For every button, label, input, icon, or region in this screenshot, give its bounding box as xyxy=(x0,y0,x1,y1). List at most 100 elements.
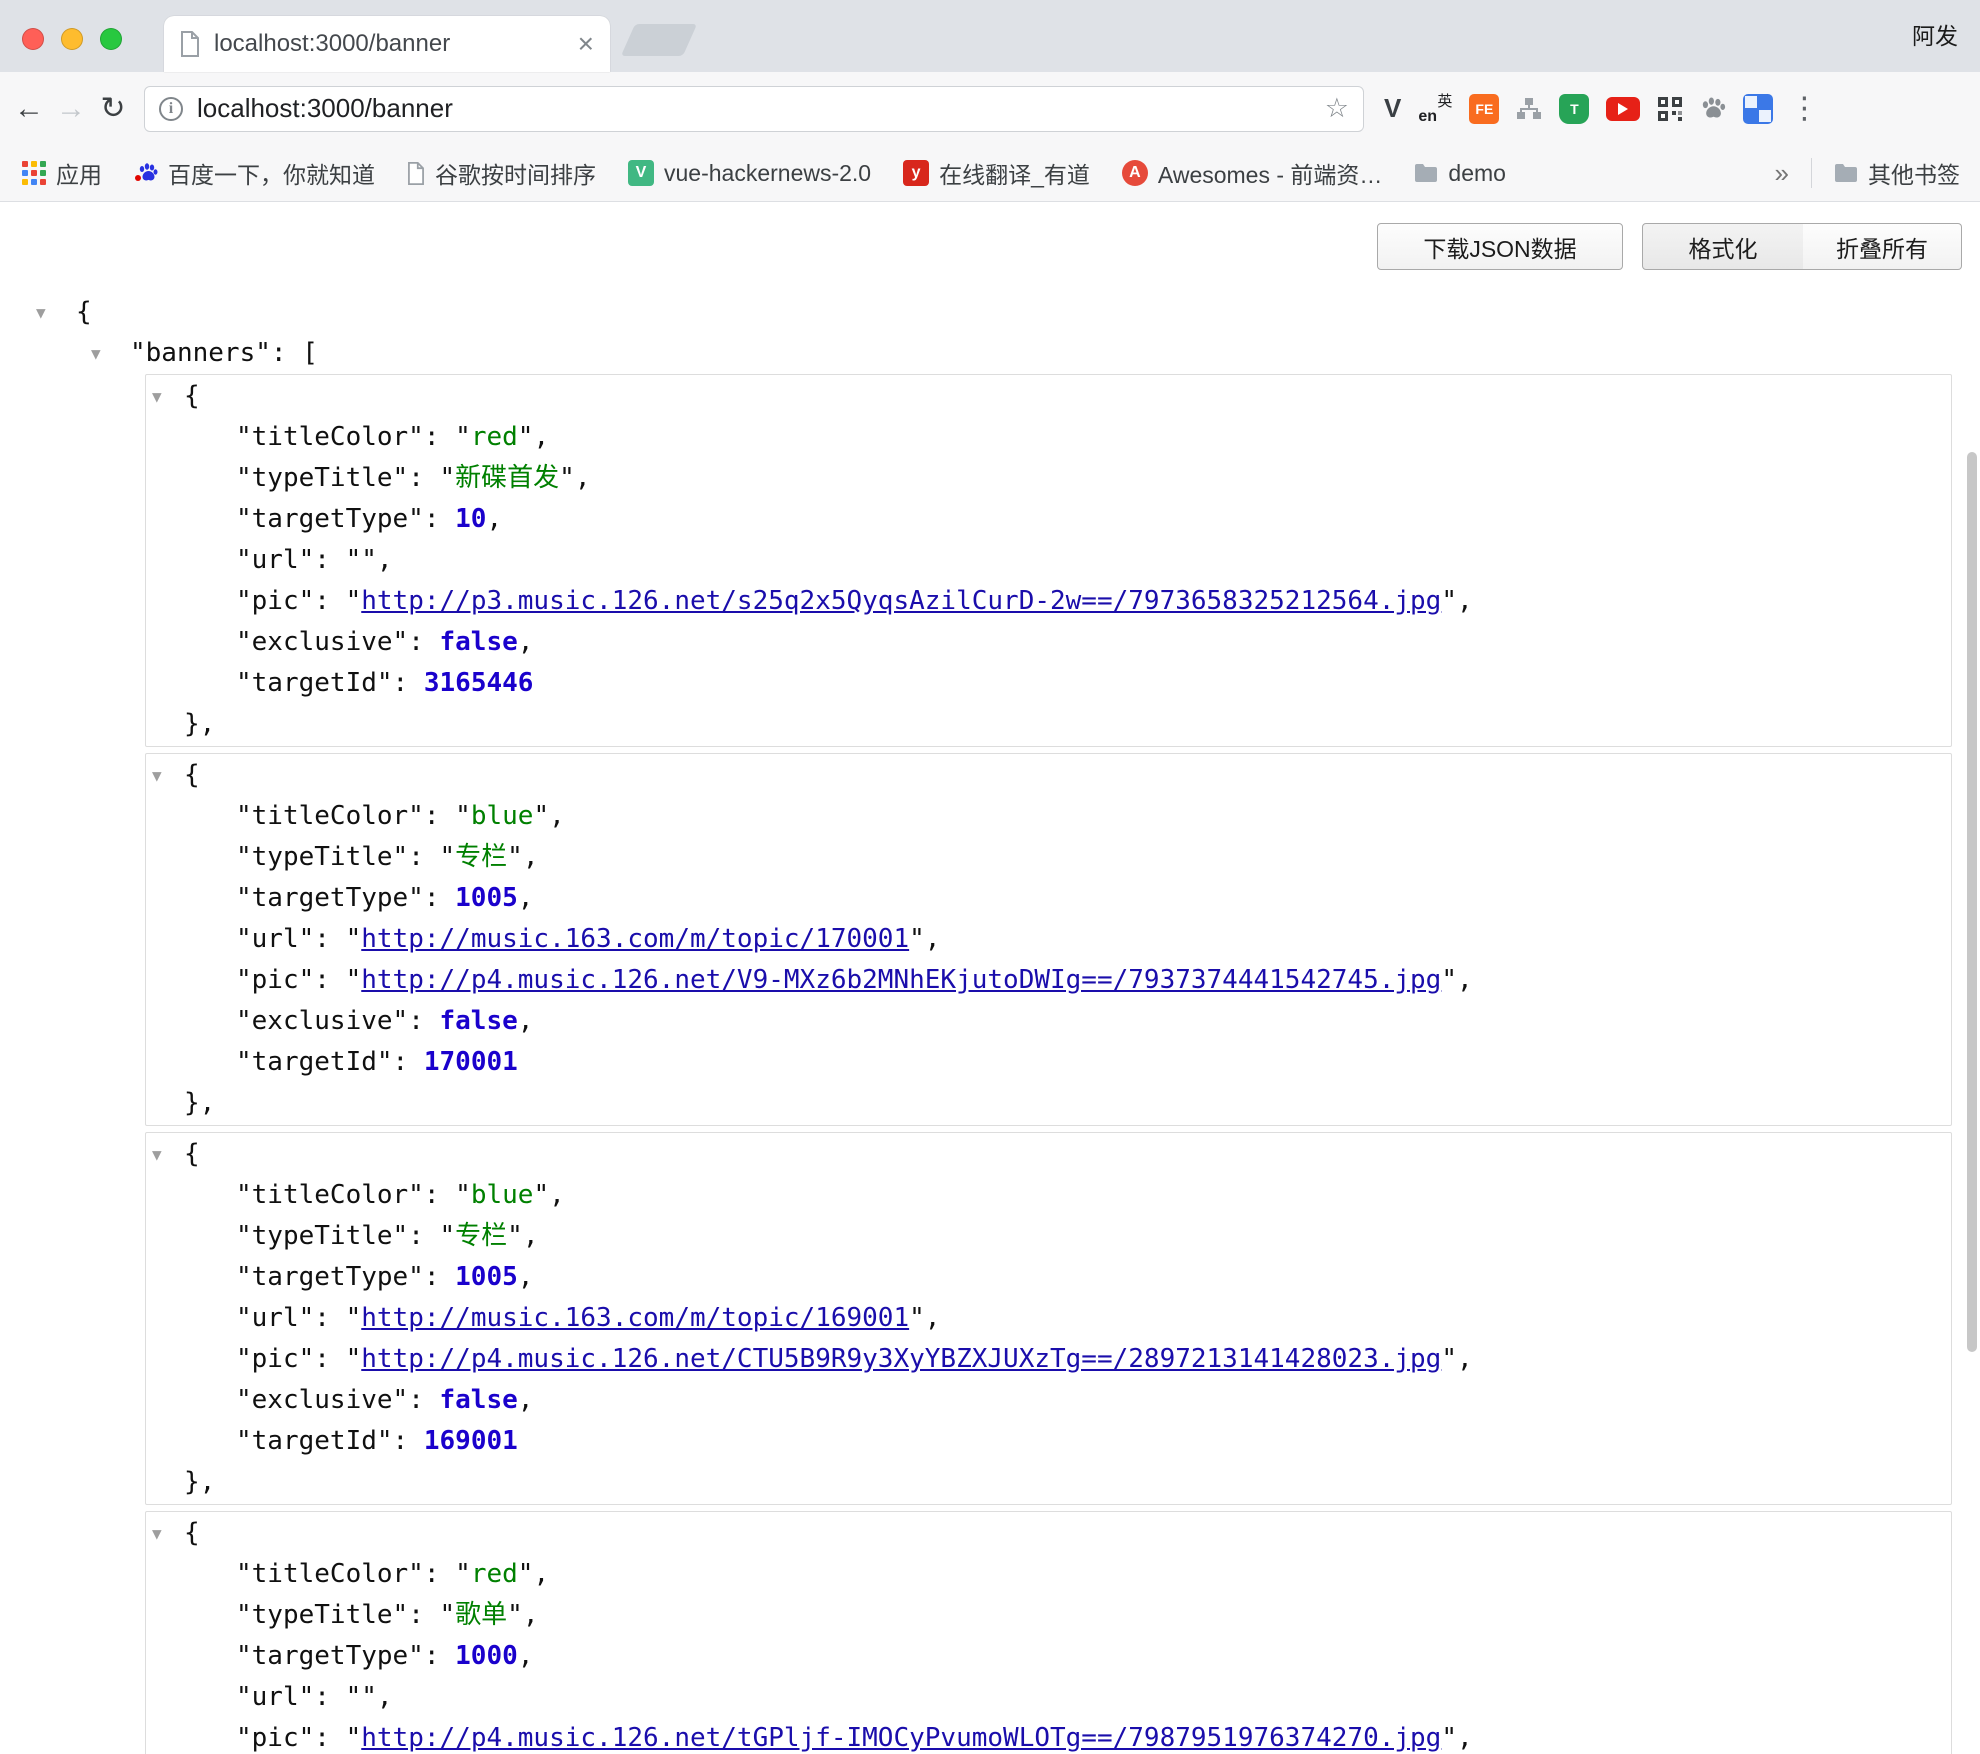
json-empty-string: "" xyxy=(346,1682,377,1712)
bookmark-apps[interactable]: 应用 xyxy=(22,156,102,190)
zoom-window-button[interactable] xyxy=(100,28,122,50)
json-url-link[interactable]: http://p4.music.126.net/CTU5B9R9y3XyYBZX… xyxy=(361,1344,1441,1374)
json-url-link[interactable]: http://music.163.com/m/topic/170001 xyxy=(361,924,909,954)
json-property-line: "titleColor": "red", xyxy=(146,1554,1951,1595)
json-punctuation: : xyxy=(314,545,345,575)
bookmark-awesomes[interactable]: A Awesomes - 前端资… xyxy=(1122,156,1383,190)
json-punctuation: " xyxy=(507,1600,523,1630)
bookmark-vue-hackernews[interactable]: V vue-hackernews-2.0 xyxy=(628,160,871,187)
close-tab-icon[interactable]: × xyxy=(578,30,594,58)
shield-extension-icon[interactable]: T xyxy=(1559,94,1589,124)
json-number-value: 170001 xyxy=(424,1047,518,1077)
json-url-link[interactable]: http://p4.music.126.net/tGPljf-IMOCyPvum… xyxy=(361,1723,1441,1753)
json-key: "url" xyxy=(236,1682,314,1712)
collapse-toggle-icon[interactable]: ▼ xyxy=(152,1513,162,1554)
json-punctuation: : xyxy=(424,422,455,452)
json-punctuation: " xyxy=(440,463,456,493)
collapse-toggle-icon[interactable]: ▼ xyxy=(152,376,162,417)
json-punctuation: : xyxy=(314,1303,345,1333)
url-text[interactable]: localhost:3000/banner xyxy=(197,93,1325,124)
minimize-window-button[interactable] xyxy=(61,28,83,50)
json-punctuation: : xyxy=(314,586,345,616)
json-key: "titleColor" xyxy=(236,422,424,452)
json-empty-string: "" xyxy=(346,545,377,575)
json-punctuation: , xyxy=(523,1221,539,1251)
json-punctuation: : xyxy=(408,1221,439,1251)
json-punctuation: : xyxy=(314,965,345,995)
fe-extension-icon[interactable]: FE xyxy=(1469,94,1499,124)
json-object-brace: }, xyxy=(184,709,215,739)
awesomes-icon: A xyxy=(1122,160,1148,186)
vimium-icon[interactable]: V xyxy=(1384,93,1401,124)
json-punctuation: , xyxy=(523,842,539,872)
download-json-button[interactable]: 下载JSON数据 xyxy=(1377,223,1623,270)
json-punctuation: " xyxy=(346,965,362,995)
collapse-toggle-icon[interactable]: ▼ xyxy=(91,333,101,374)
folder-icon xyxy=(1414,163,1438,183)
page-info-icon[interactable]: i xyxy=(159,97,183,121)
json-punctuation: " xyxy=(1441,586,1457,616)
banner-object-box: ▼{"titleColor": "red","typeTitle": "新碟首发… xyxy=(145,374,1952,747)
blue-grid-extension-icon[interactable] xyxy=(1743,94,1773,124)
bookmark-label: 其他书签 xyxy=(1868,156,1960,190)
json-punctuation: " xyxy=(559,463,575,493)
json-punctuation: , xyxy=(518,1385,534,1415)
qrcode-icon[interactable] xyxy=(1657,96,1683,122)
json-object-brace: { xyxy=(184,760,200,790)
json-punctuation: " xyxy=(346,1723,362,1753)
json-punctuation: , xyxy=(1457,1344,1473,1374)
json-key: "pic" xyxy=(236,1723,314,1753)
banner-object-box: ▼{"titleColor": "red","typeTitle": "歌单",… xyxy=(145,1511,1952,1754)
collapse-all-button[interactable]: 折叠所有 xyxy=(1803,223,1962,270)
json-punctuation: : xyxy=(424,883,455,913)
address-bar[interactable]: i localhost:3000/banner ☆ xyxy=(144,86,1364,132)
collapse-toggle-icon[interactable]: ▼ xyxy=(152,1134,162,1175)
json-punctuation: : xyxy=(314,1682,345,1712)
back-button[interactable]: ← xyxy=(8,92,50,126)
json-punctuation: : xyxy=(408,463,439,493)
org-chart-icon[interactable] xyxy=(1516,97,1542,121)
json-property-line: "typeTitle": "专栏", xyxy=(146,1216,1951,1257)
other-bookmarks-folder[interactable]: 其他书签 xyxy=(1834,156,1960,190)
json-punctuation: : xyxy=(314,1344,345,1374)
profile-name[interactable]: 阿发 xyxy=(1912,0,1958,72)
json-property-line: "url": "http://music.163.com/m/topic/170… xyxy=(146,919,1951,960)
json-string-value: 歌单 xyxy=(455,1600,507,1630)
json-punctuation: : xyxy=(424,801,455,831)
json-property-line: "exclusive": false, xyxy=(146,622,1951,663)
json-punctuation: " xyxy=(455,422,471,452)
reload-button[interactable]: ↻ xyxy=(92,91,134,126)
json-string-value: red xyxy=(471,1559,518,1589)
json-punctuation: : xyxy=(314,924,345,954)
paw-icon[interactable] xyxy=(1700,96,1726,122)
page-icon xyxy=(407,162,425,185)
json-punctuation: : xyxy=(408,627,439,657)
json-punctuation: : xyxy=(408,1600,439,1630)
new-tab-button[interactable] xyxy=(621,24,697,56)
bookmark-star-icon[interactable]: ☆ xyxy=(1325,93,1349,124)
bookmark-demo-folder[interactable]: demo xyxy=(1414,160,1506,187)
json-key: "url" xyxy=(236,1303,314,1333)
bookmark-youdao-translate[interactable]: y 在线翻译_有道 xyxy=(903,156,1090,190)
json-url-link[interactable]: http://p3.music.126.net/s25q2x5QyqsAzilC… xyxy=(361,586,1441,616)
bookmarks-overflow-chevron[interactable]: » xyxy=(1775,158,1789,189)
browser-tab[interactable]: localhost:3000/banner × xyxy=(164,16,610,72)
scrollbar-thumb[interactable] xyxy=(1967,452,1977,1352)
json-url-link[interactable]: http://music.163.com/m/topic/169001 xyxy=(361,1303,909,1333)
translate-icon[interactable]: 英 en xyxy=(1418,92,1452,126)
chrome-menu-icon[interactable]: ⋮ xyxy=(1789,91,1819,126)
json-tree: ▼{▼"banners": [▼{"titleColor": "red","ty… xyxy=(0,202,1980,1754)
collapse-toggle-icon[interactable]: ▼ xyxy=(152,755,162,796)
json-property-line: "targetType": 10, xyxy=(146,499,1951,540)
youtube-icon[interactable] xyxy=(1606,97,1640,121)
json-url-link[interactable]: http://p4.music.126.net/V9-MXz6b2MNhEKju… xyxy=(361,965,1441,995)
close-window-button[interactable] xyxy=(22,28,44,50)
forward-button[interactable]: → xyxy=(50,92,92,126)
collapse-toggle-icon[interactable]: ▼ xyxy=(36,292,46,333)
json-property-line: "pic": "http://p4.music.126.net/V9-MXz6b… xyxy=(146,960,1951,1001)
bookmark-baidu[interactable]: 百度一下，你就知道 xyxy=(134,156,375,190)
json-punctuation: " xyxy=(533,1180,549,1210)
format-button[interactable]: 格式化 xyxy=(1642,223,1804,270)
folder-icon xyxy=(1834,163,1858,183)
bookmark-google-sort[interactable]: 谷歌按时间排序 xyxy=(407,156,596,190)
